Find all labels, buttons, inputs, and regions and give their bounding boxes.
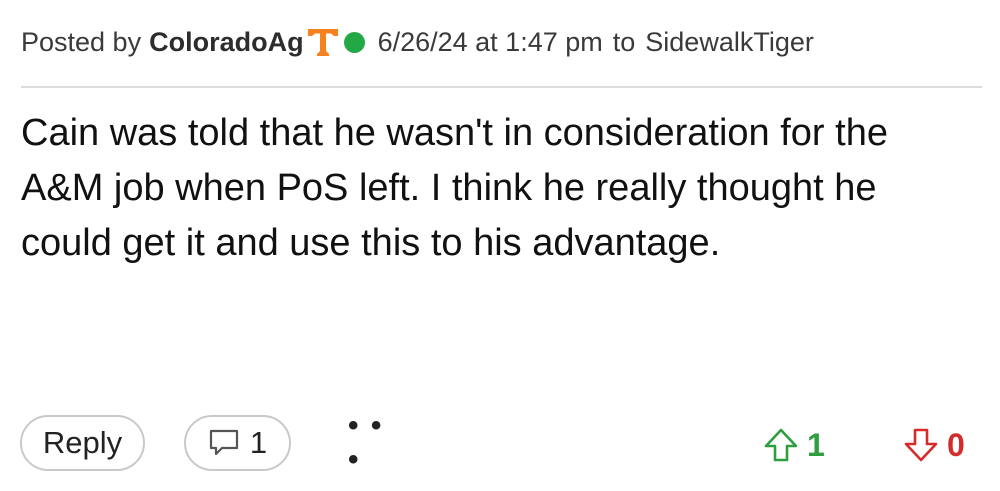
up-arrow-icon bbox=[763, 427, 799, 463]
down-arrow-icon bbox=[903, 427, 939, 463]
online-status-dot bbox=[343, 31, 365, 53]
comment-count: 1 bbox=[249, 425, 268, 460]
team-logo-icon bbox=[307, 27, 339, 57]
post-body-text: Cain was told that he wasn't in consider… bbox=[21, 112, 888, 264]
upvote-count: 1 bbox=[807, 426, 825, 463]
post-header: Posted by ColoradoAg 6/26/24 at 1:47 pm … bbox=[21, 22, 814, 62]
reply-button[interactable]: Reply bbox=[20, 415, 145, 471]
author-username[interactable]: ColoradoAg bbox=[149, 27, 304, 58]
recipient-username[interactable]: SidewalkTiger bbox=[645, 27, 814, 58]
comment-icon bbox=[208, 428, 240, 458]
more-options-button[interactable]: • • • bbox=[348, 409, 404, 476]
to-label: to bbox=[612, 26, 636, 57]
upvote-button[interactable]: 1 bbox=[763, 423, 825, 467]
post-timestamp: 6/26/24 at 1:47 pm bbox=[377, 26, 603, 57]
divider bbox=[21, 86, 982, 88]
posted-by-label: Posted by bbox=[21, 26, 142, 57]
comment-button[interactable]: 1 bbox=[184, 415, 291, 471]
downvote-count: 0 bbox=[947, 426, 965, 463]
downvote-button[interactable]: 0 bbox=[903, 423, 965, 467]
